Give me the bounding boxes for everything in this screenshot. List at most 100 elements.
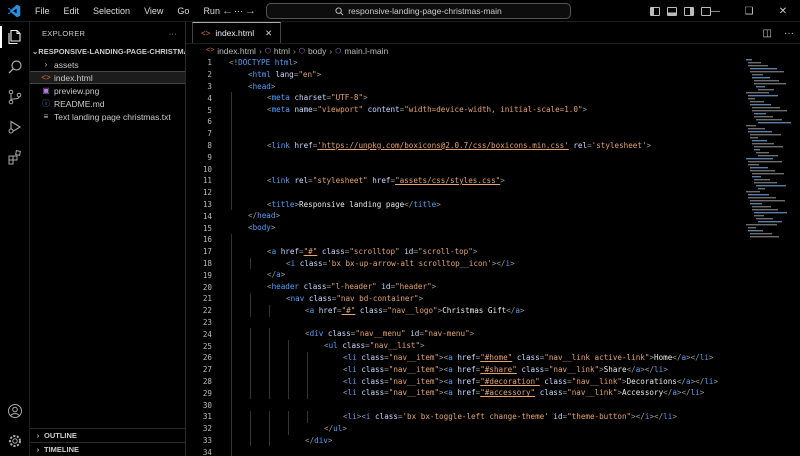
breadcrumb-item[interactable]: body	[308, 46, 326, 56]
code-line[interactable]: 13 <title>Responsive landing page</title>	[186, 198, 731, 211]
code-line[interactable]: 22 <a href="#" class="nav__logo">Christma…	[186, 304, 731, 317]
toggle-panel-icon[interactable]	[667, 6, 677, 16]
code-line[interactable]: 23	[186, 316, 731, 329]
line-number: 25	[202, 341, 212, 351]
run-debug-icon[interactable]	[0, 112, 30, 142]
code-line[interactable]: 34	[186, 446, 731, 456]
restore-icon[interactable]: ❏	[732, 6, 766, 17]
indent-guide	[288, 351, 289, 364]
code-line[interactable]: 17 <a href="#" class="scrolltop" id="scro…	[186, 245, 731, 258]
menu-item-edit[interactable]: Edit	[57, 0, 87, 22]
code-text: <li class="nav__item"><a href="#share" c…	[343, 364, 668, 374]
indent-guide	[231, 257, 232, 270]
tree-item-image[interactable]: ▣ preview.png	[30, 84, 185, 97]
manage-gear-icon[interactable]	[0, 426, 30, 456]
indent-guide	[250, 340, 251, 352]
more-actions-icon[interactable]: ···	[784, 28, 794, 39]
history-navigation: ← →	[222, 0, 256, 22]
split-editor-icon[interactable]: ◫	[763, 28, 772, 39]
code-editor[interactable]: 1 <!DOCTYPE html> 2 <html lang="en"> 3 <head>…	[186, 57, 731, 456]
minimize-icon[interactable]: —	[698, 6, 732, 17]
indent-guide	[231, 304, 232, 317]
code-line[interactable]: 28 <li class="nav__item"><a href="#decora…	[186, 375, 731, 388]
code-line[interactable]: 31 <li><i class='bx bx-toggle-left change…	[186, 410, 731, 423]
menu-item-go[interactable]: Go	[170, 0, 196, 22]
indent-guide	[231, 139, 232, 152]
explorer-header: EXPLORER ···	[30, 22, 185, 44]
code-line[interactable]: 27 <li class="nav__item"><a href="#share"…	[186, 363, 731, 376]
code-line[interactable]: 11 <link rel="stylesheet" href="assets/cs…	[186, 174, 731, 187]
tree-item-folder[interactable]: › assets	[30, 58, 185, 71]
code-text: <i class='bx bx-up-arrow-alt scrolltop__…	[286, 258, 515, 268]
code-line[interactable]: 32 </ul>	[186, 422, 731, 435]
minimap-line	[756, 152, 769, 154]
outline-section[interactable]: › OUTLINE	[30, 428, 186, 441]
code-line[interactable]: 7	[186, 127, 731, 140]
code-line[interactable]: 14 </head>	[186, 210, 731, 222]
minimap-line	[752, 74, 763, 76]
minimap-line	[752, 173, 784, 175]
code-line[interactable]: 21 <nav class="nav bd-container">	[186, 292, 731, 305]
breadcrumb-item[interactable]: index.html	[217, 46, 256, 56]
code-line[interactable]: 10	[186, 163, 731, 175]
code-line[interactable]: 8 <link href='https://unpkg.com/boxicons@…	[186, 139, 731, 152]
line-number: 8	[207, 140, 212, 150]
code-line[interactable]: 19 </a>	[186, 269, 731, 282]
code-line[interactable]: 9	[186, 151, 731, 164]
more-actions-icon[interactable]: ···	[169, 29, 177, 38]
tree-item-markdown[interactable]: ⓘ README.md	[30, 97, 185, 110]
command-center-search[interactable]: responsive-landing-page-christmas-main	[266, 3, 571, 19]
code-line[interactable]: 33 </div>	[186, 434, 731, 447]
tab-bar: <> index.html ✕ ◫ ···	[186, 22, 800, 44]
explorer-icon[interactable]	[0, 22, 30, 52]
tree-item-text[interactable]: ≡ Text landing page christmas.txt	[30, 110, 185, 123]
search-icon[interactable]	[0, 52, 30, 82]
accounts-icon[interactable]	[0, 396, 30, 426]
workspace-root[interactable]: ⌄ RESPONSIVE-LANDING-PAGE-CHRISTMAS...	[30, 44, 185, 58]
indent-guide	[307, 375, 308, 388]
indent-guide	[231, 363, 232, 376]
tab-index-html[interactable]: <> index.html ✕	[192, 22, 282, 43]
close-icon[interactable]: ✕	[766, 6, 800, 17]
breadcrumb-item[interactable]: main.l-main	[344, 46, 388, 56]
code-text: <meta charset="UTF-8">	[267, 93, 368, 103]
extensions-icon[interactable]	[0, 142, 30, 172]
code-line[interactable]: 1 <!DOCTYPE html>	[186, 57, 731, 69]
minimap-line	[750, 170, 775, 172]
code-line[interactable]: 20 <header class="l-header" id="header">	[186, 281, 731, 293]
code-line[interactable]: 4 <meta charset="UTF-8">	[186, 92, 731, 105]
close-tab-icon[interactable]: ✕	[265, 28, 272, 39]
code-line[interactable]: 30	[186, 399, 731, 411]
menu-item-selection[interactable]: Selection	[86, 0, 137, 22]
vertical-scrollbar[interactable]	[792, 57, 800, 456]
code-line[interactable]: 12	[186, 186, 731, 199]
back-arrow-icon[interactable]: ←	[222, 5, 233, 17]
code-line[interactable]: 25 <ul class="nav__list">	[186, 340, 731, 352]
code-line[interactable]: 29 <li class="nav__item"><a href="#access…	[186, 387, 731, 400]
breadcrumb-item[interactable]: html	[274, 46, 290, 56]
code-line[interactable]: 26 <li class="nav__item"><a href="#home" …	[186, 351, 731, 364]
minimap-line	[750, 134, 781, 136]
toggle-secondary-sidebar-icon[interactable]	[684, 6, 694, 16]
tree-item-html[interactable]: <> index.html	[30, 71, 185, 84]
code-line[interactable]: 5 <meta name="viewport" content="width=de…	[186, 104, 731, 116]
indent-guide	[250, 422, 251, 435]
code-line[interactable]: 15 <body>	[186, 222, 731, 234]
minimap[interactable]	[744, 57, 794, 247]
menu-item-view[interactable]: View	[137, 0, 170, 22]
minimap-line	[752, 209, 778, 211]
editor-area: <> index.html ✕ ◫ ··· <> index.html › ⬡ html…	[186, 22, 800, 456]
code-line[interactable]: 24 <div class="nav__menu" id="nav-menu">	[186, 328, 731, 341]
code-line[interactable]: 6	[186, 115, 731, 128]
forward-arrow-icon[interactable]: →	[245, 5, 256, 17]
toggle-primary-sidebar-icon[interactable]	[650, 6, 660, 16]
menu-item-file[interactable]: File	[28, 0, 57, 22]
tree-item-label: assets	[54, 59, 79, 70]
code-line[interactable]: 2 <html lang="en">	[186, 69, 731, 81]
code-line[interactable]: 18 <i class='bx bx-up-arrow-alt scrolltop…	[186, 257, 731, 270]
code-line[interactable]: 3 <head>	[186, 81, 731, 93]
timeline-section[interactable]: › TIMELINE	[30, 442, 186, 455]
source-control-icon[interactable]	[0, 82, 30, 112]
line-number: 27	[202, 365, 212, 375]
code-line[interactable]: 16	[186, 233, 731, 246]
